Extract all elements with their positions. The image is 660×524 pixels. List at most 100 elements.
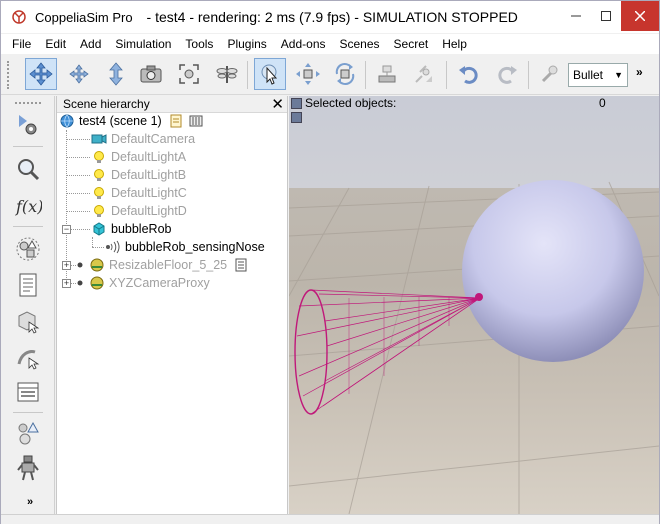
path-edit-icon [17,350,40,370]
model-browser-icon [18,421,39,445]
menu-scenes[interactable]: Scenes [333,34,387,54]
simulation-settings-button[interactable] [12,110,44,140]
scene-hierarchy-panel: Scene hierarchy ✕ test4 (scene 1) Defaul… [56,96,288,514]
object-rotate-icon [335,63,355,85]
object-move-icon [296,63,320,85]
tree-item-label: DefaultLightB [111,168,187,182]
tree-item-bubblerob[interactable]: bubbleRob [91,220,171,238]
collections-button[interactable] [12,234,44,264]
tree-item-defaultlightc[interactable]: DefaultLightC [91,184,187,202]
tree-item-defaultlightb[interactable]: DefaultLightB [91,166,186,184]
minimize-icon [571,15,581,17]
left-toolbar: f(x) » [1,96,55,514]
selected-objects-count: 0 [599,96,606,110]
hierarchy-close-button[interactable]: ✕ [271,95,284,113]
toolbar-separator [365,61,366,89]
floor-icon [89,257,105,273]
tree-item-label: bubbleRob_sensingNose [125,240,265,254]
fly-mode-button[interactable] [211,58,243,90]
main-toolbar: Bullet ▼ » [1,55,659,95]
expand-toggle[interactable]: + [62,261,71,270]
expand-toggle[interactable]: + [62,279,71,288]
title-bar: CoppeliaSim Pro - test4 - rendering: 2 m… [1,1,659,33]
menu-simulation[interactable]: Simulation [108,34,178,54]
close-icon [635,11,645,21]
tree-item-xyzcameraproxy[interactable]: XYZCameraProxy [75,274,210,292]
object-rotate-button[interactable] [329,58,361,90]
robot-icon [17,455,39,481]
window-title: - test4 - rendering: 2 ms (7.9 fps) - SI… [146,9,518,25]
tree-item-defaultlighta[interactable]: DefaultLightA [91,148,186,166]
transfer-dna-button[interactable] [408,58,440,90]
menu-secret[interactable]: Secret [387,34,436,54]
light-icon [91,185,107,201]
collapse-toggle[interactable]: − [62,225,71,234]
tree-item-label: DefaultCamera [111,132,196,146]
undo-button[interactable] [453,58,485,90]
menu-file[interactable]: File [5,34,38,54]
tree-item-label: bubbleRob [111,222,172,236]
toolbar-overflow-button[interactable]: » [636,65,643,79]
tree-item-label: XYZCameraProxy [109,276,210,290]
tree-item-resizablefloor[interactable]: ResizableFloor_5_25 [75,256,253,274]
tree-item-defaultcamera[interactable]: DefaultCamera [91,130,195,148]
window-controls [561,1,659,31]
menu-edit[interactable]: Edit [38,34,73,54]
script-attached-icon [168,113,184,129]
selection-settings-button[interactable] [12,377,44,407]
redo-button[interactable] [491,58,523,90]
minimize-button[interactable] [561,1,591,31]
pan-arrows-icon [29,62,53,86]
shape-edit-icon [18,311,40,334]
left-toolbar-grip[interactable] [15,102,41,104]
view-toggle-icon[interactable] [291,98,302,109]
calculation-modules-button[interactable]: f(x) [12,191,44,221]
physics-engine-value: Bullet [573,68,604,82]
maximize-button[interactable] [591,1,621,31]
menu-plugins[interactable]: Plugins [220,34,273,54]
scene-object-properties-button[interactable] [12,154,44,184]
camera-rotate-button[interactable] [63,58,95,90]
fit-to-view-button[interactable] [173,58,205,90]
tree-line [66,157,90,158]
robot-model-button[interactable] [12,453,44,483]
camera-pan-button[interactable] [25,58,57,90]
camera-shift-button[interactable] [100,58,132,90]
menu-addons[interactable]: Add-ons [274,34,333,54]
tree-item-label: DefaultLightA [111,150,187,164]
object-shift-button[interactable] [292,58,324,90]
play-gear-icon [19,115,37,135]
tree-item-defaultlightd[interactable]: DefaultLightD [91,202,187,220]
menu-add[interactable]: Add [73,34,108,54]
sensing-cone [294,289,481,415]
tree-item-bubblerob-sensingnose[interactable]: bubbleRob_sensingNose [105,238,265,256]
tree-item-scene-root[interactable]: test4 (scene 1) [59,112,208,130]
left-toolbar-separator [13,226,43,227]
model-browser-button[interactable] [12,418,44,448]
shape-edit-button[interactable] [12,306,44,336]
menu-help[interactable]: Help [435,34,474,54]
globe-icon [59,113,75,129]
collection-shapes-icon [16,237,40,261]
toolbar-separator [528,61,529,89]
close-button[interactable] [621,1,659,31]
menu-tools[interactable]: Tools [178,34,220,54]
scene-render [289,180,659,514]
tree-line [66,175,90,176]
view-menu-icon[interactable] [291,112,302,123]
select-object-button[interactable] [254,58,286,90]
camera-angle-button[interactable] [135,58,167,90]
left-toolbar-overflow-button[interactable]: » [27,496,33,508]
scripts-button[interactable] [12,270,44,300]
path-edit-button[interactable] [12,342,44,372]
physics-engine-select[interactable]: Bullet ▼ [568,63,628,87]
shape-icon [91,221,107,237]
scene-viewport[interactable]: Selected objects: 0 [289,96,659,514]
dynamics-toggle-button[interactable] [534,58,566,90]
bubblerob-sphere[interactable] [462,180,644,362]
toolbar-grip[interactable] [7,61,11,89]
proximity-sensor-icon [105,239,121,255]
function-icon: f(x) [15,197,42,216]
assemble-button[interactable] [371,58,403,90]
app-window: CoppeliaSim Pro - test4 - rendering: 2 m… [0,0,660,524]
